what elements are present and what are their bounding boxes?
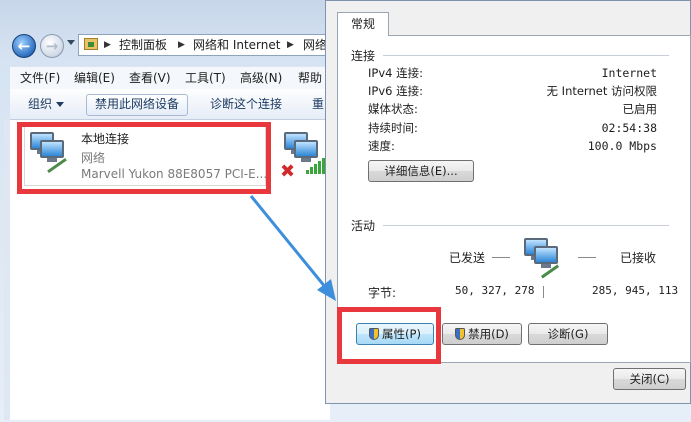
ipv4-label: IPv4 连接: — [368, 66, 423, 80]
ipv6-value: 无 Internet 访问权限 — [546, 84, 657, 98]
media-state-label: 媒体状态: — [368, 102, 418, 116]
ipv4-value: Internet — [601, 66, 657, 80]
media-state-value: 已启用 — [622, 102, 658, 116]
forward-button[interactable]: → — [40, 34, 64, 58]
disable-device-button[interactable]: 禁用此网络设备 — [86, 94, 189, 116]
organize-label: 组织 — [28, 97, 53, 111]
disable-button-label: 禁用(D) — [468, 327, 509, 341]
uac-shield-icon — [455, 328, 466, 340]
network-activity-icon — [522, 236, 562, 279]
close-button[interactable]: 关闭(C) — [613, 368, 686, 390]
menu-tools[interactable]: 工具(T) — [185, 70, 226, 86]
breadcrumb-network[interactable]: 网络 — [303, 35, 327, 55]
forward-arrow-icon: → — [45, 37, 59, 55]
bytes-received-value: 285, 945, 113 — [592, 284, 679, 297]
breadcrumb-control-panel[interactable]: 控制面板 — [119, 35, 167, 55]
duration-value: 02:54:38 — [601, 121, 657, 135]
menu-view[interactable]: 查看(V) — [129, 70, 171, 86]
breadcrumb-separator-icon: ▶ — [104, 40, 111, 50]
section-divider — [383, 55, 669, 56]
breadcrumb-separator-icon: ▶ — [287, 40, 294, 50]
breadcrumb-network-internet[interactable]: 网络和 Internet — [193, 35, 280, 55]
menu-help[interactable]: 帮助 — [298, 70, 322, 86]
back-arrow-icon: ← — [17, 37, 31, 55]
breadcrumb-separator-icon: ▶ — [178, 40, 185, 50]
signal-bars-icon — [306, 158, 326, 174]
control-panel-icon — [84, 38, 98, 50]
received-dash — [578, 257, 596, 258]
highlight-box-properties — [337, 307, 441, 364]
section-divider — [383, 225, 669, 226]
highlight-box-connection — [17, 122, 271, 194]
connection-section-title: 连接 — [351, 49, 376, 63]
received-label: 已接收 — [620, 251, 657, 265]
disconnected-icon: ✖ — [280, 161, 296, 182]
organize-button[interactable]: 组织 — [20, 94, 72, 114]
bytes-sent-value: 50, 327, 278 — [455, 284, 535, 297]
menu-bar: 文件(F) 编辑(E) 查看(V) 工具(T) 高级(N) 帮助 — [10, 66, 330, 89]
tab-general[interactable]: 常规 — [337, 12, 389, 36]
bytes-label: 字节: — [368, 286, 397, 300]
history-dropdown-icon[interactable] — [67, 40, 75, 45]
sent-dash — [492, 257, 510, 258]
details-button[interactable]: 详细信息(E)... — [368, 160, 474, 182]
speed-value: 100.0 Mbps — [587, 139, 657, 153]
activity-section-title: 活动 — [351, 219, 376, 233]
sent-label: 已发送 — [449, 251, 486, 265]
menu-file[interactable]: 文件(F) — [20, 70, 60, 86]
chevron-down-icon — [56, 102, 65, 107]
command-toolbar: 组织 禁用此网络设备 诊断这个连接 重 — [10, 89, 330, 120]
disable-button[interactable]: 禁用(D) — [442, 323, 522, 345]
back-button[interactable]: ← — [12, 34, 36, 58]
menu-advanced[interactable]: 高级(N) — [240, 70, 282, 86]
speed-label: 速度: — [368, 139, 395, 153]
diagnose-connection-button[interactable]: 诊断这个连接 — [202, 94, 290, 114]
duration-label: 持续时间: — [368, 121, 418, 135]
address-bar[interactable]: ▶ 控制面板 ▶ 网络和 Internet ▶ 网络 — [78, 34, 338, 56]
bytes-divider — [543, 286, 544, 298]
menu-edit[interactable]: 编辑(E) — [74, 70, 115, 86]
ipv6-label: IPv6 连接: — [368, 84, 423, 98]
diagnose-button[interactable]: 诊断(G) — [528, 323, 608, 345]
